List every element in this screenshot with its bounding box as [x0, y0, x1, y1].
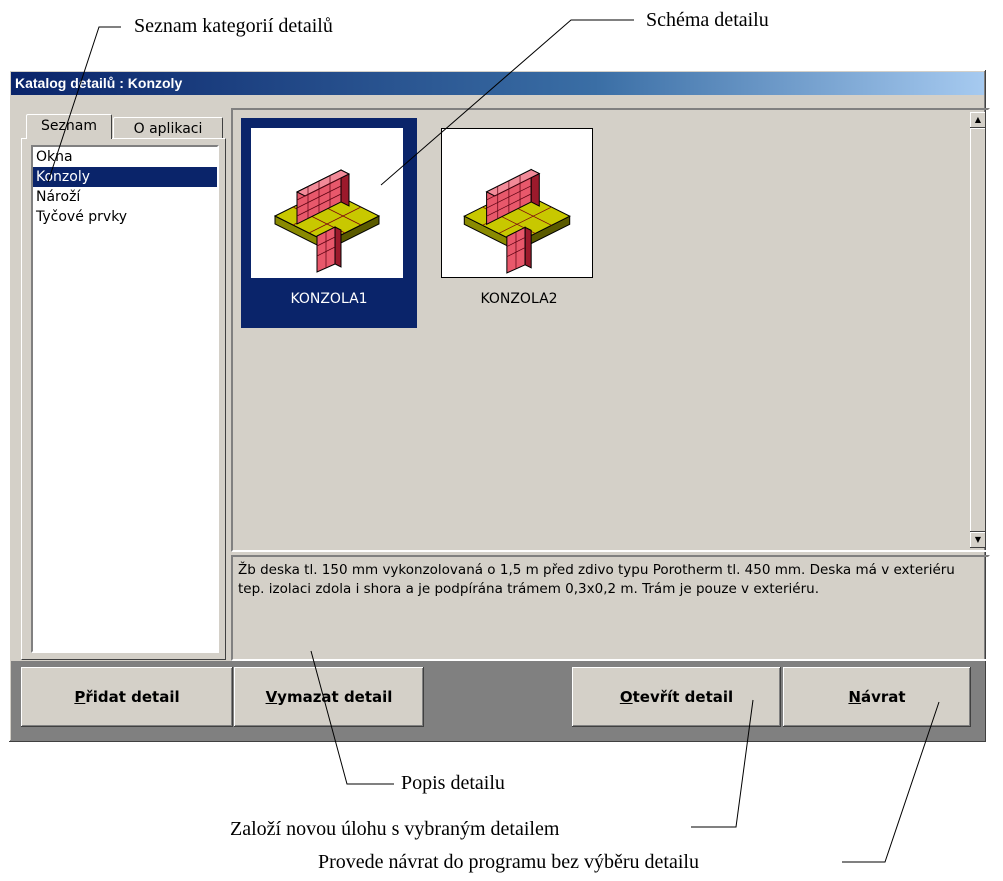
- gallery-scrollbar[interactable]: ▲ ▼: [970, 112, 986, 548]
- callout-detail-schema: Schéma detailu: [646, 9, 769, 31]
- category-item-konzoly[interactable]: Konzoly: [33, 167, 217, 187]
- callout-detail-description: Popis detailu: [401, 772, 505, 794]
- catalog-window: Katalog detailů : Konzoly Seznam O aplik…: [9, 70, 990, 742]
- detail-thumbnail-konzola1[interactable]: KONZOLA1: [241, 118, 417, 328]
- detail-name: KONZOLA1: [290, 291, 368, 307]
- button-bar: Přidat detail Vymazat detail Otevřít det…: [11, 661, 984, 740]
- callout-return: Provede návrat do programu bez výběru de…: [318, 851, 699, 873]
- category-item-okna[interactable]: Okna: [33, 147, 217, 167]
- callout-category-list: Seznam kategorií detailů: [134, 15, 333, 37]
- detail-schema-image: [441, 128, 593, 278]
- detail-name: KONZOLA2: [480, 291, 558, 307]
- category-list[interactable]: Okna Konzoly Nároží Tyčové prvky: [31, 145, 219, 653]
- open-detail-button[interactable]: Otevřít detail: [572, 667, 781, 727]
- konzola-schema-graphic: [463, 168, 571, 274]
- scroll-thumb[interactable]: [970, 128, 986, 532]
- scroll-down-arrow-icon[interactable]: ▼: [970, 532, 986, 548]
- detail-description: Žb deska tl. 150 mm vykonzolovaná o 1,5 …: [231, 555, 990, 661]
- delete-detail-button[interactable]: Vymazat detail: [234, 667, 424, 727]
- add-detail-button[interactable]: Přidat detail: [21, 667, 233, 727]
- callout-open-detail: Založí novou úlohu s vybraným detailem: [230, 818, 560, 840]
- category-item-narozi[interactable]: Nároží: [33, 187, 217, 207]
- category-item-tycove-prvky[interactable]: Tyčové prvky: [33, 207, 217, 227]
- detail-schema-image: [251, 128, 403, 278]
- return-button[interactable]: Návrat: [783, 667, 971, 727]
- tab-seznam[interactable]: Seznam: [26, 114, 112, 139]
- detail-gallery: KONZOLA1 KONZOLA2 ▲ ▼: [231, 108, 990, 552]
- detail-thumbnail-konzola2[interactable]: KONZOLA2: [431, 118, 607, 328]
- scroll-up-arrow-icon[interactable]: ▲: [970, 112, 986, 128]
- tab-o-aplikaci[interactable]: O aplikaci: [113, 117, 223, 139]
- title-bar[interactable]: Katalog detailů : Konzoly: [11, 72, 984, 95]
- window-title: Katalog detailů : Konzoly: [15, 75, 183, 91]
- konzola-schema-graphic: [273, 169, 381, 273]
